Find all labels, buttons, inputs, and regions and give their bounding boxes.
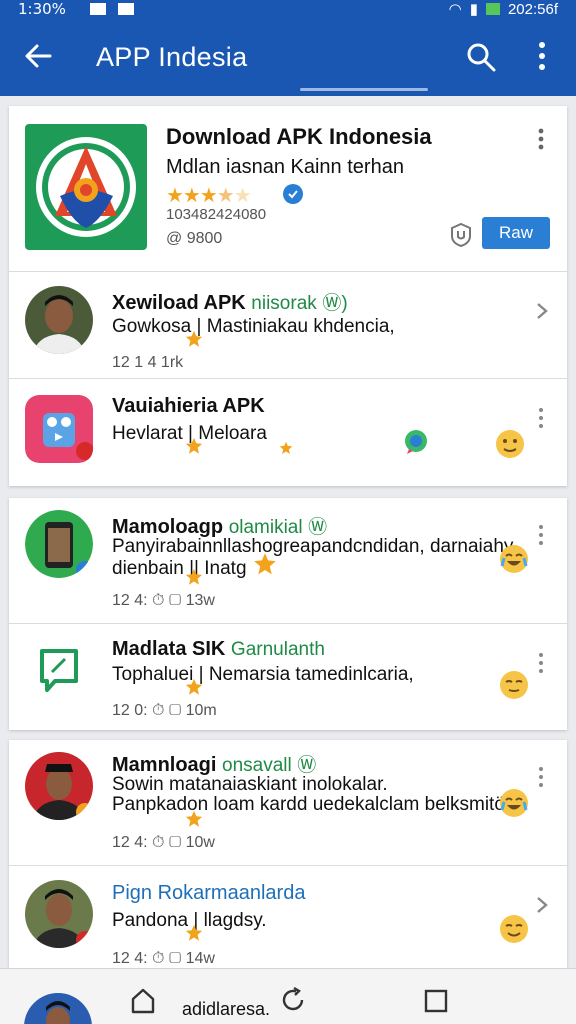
chevron-right-icon[interactable] <box>535 302 549 320</box>
featured-meta2: @ 9800 <box>166 230 223 247</box>
item-name: Mamnloagi onsavall Ⓦ <box>112 750 316 777</box>
whatsapp-icon: Ⓦ <box>297 755 317 776</box>
item-tag: Garnulanth <box>230 639 325 660</box>
rating-stars: ★★★★★ <box>166 185 252 207</box>
chat-edit-icon <box>40 649 78 692</box>
star-icon <box>279 441 293 455</box>
star-icon <box>185 568 203 585</box>
emoji-icon <box>500 789 528 817</box>
signal-icon: ▮ <box>469 1 478 18</box>
item-meta: 12 4: ⏱ ▢ 13w <box>112 592 215 609</box>
home-icon[interactable] <box>130 987 156 1015</box>
status-right-text: 202:56f <box>507 0 558 18</box>
avatar <box>25 752 93 820</box>
battery-icon <box>485 3 500 15</box>
item-desc-2: dienbain || Inatg <box>112 558 247 579</box>
featured-title: Download APK Indonesia <box>166 124 432 149</box>
avatar <box>25 510 93 578</box>
recents-icon[interactable] <box>424 989 448 1013</box>
card-list3: Mamnloagi onsavall Ⓦ Sowin matanaiaskian… <box>9 740 567 980</box>
item-tag: onsavall <box>222 755 292 776</box>
item-meta: 12 4: ⏱ ▢ 14w <box>112 950 215 967</box>
item-meta: 12 1 4 1rk <box>112 354 184 371</box>
item-tag: niisorak <box>251 293 317 314</box>
card-featured-and-list: Download APK Indonesia Mdlan iasnan Kain… <box>9 106 567 486</box>
search-icon[interactable] <box>466 42 496 72</box>
star-icon <box>185 330 203 347</box>
item-name: Mamoloagp olamikial Ⓦ <box>112 512 327 539</box>
avatar <box>25 880 93 948</box>
item-name-text: Xewiload APK <box>112 292 246 314</box>
star-icon <box>185 810 203 827</box>
item-name: Vauiahieria APK <box>112 395 265 417</box>
more-vert-icon[interactable] <box>537 524 545 546</box>
card-list2: Mamoloagp olamikial Ⓦ Panyirabainnllasho… <box>9 498 567 730</box>
verified-badge-icon <box>283 184 303 204</box>
item-tag: olamikial <box>228 517 303 538</box>
app-logo <box>25 124 147 250</box>
more-vert-icon[interactable] <box>530 40 554 72</box>
chat-bubble-icon <box>405 430 427 454</box>
emoji-icon <box>500 545 528 573</box>
item-desc: Panyirabainnllashogreapandcndidan, darna… <box>112 536 514 557</box>
featured-app[interactable]: Download APK Indonesia Mdlan iasnan Kain… <box>9 106 567 270</box>
list-item[interactable]: Pign Rokarmaanlarda Pandona | llagdsy. 1… <box>9 866 567 980</box>
action-button[interactable]: Raw <box>482 217 550 249</box>
bottom-nav: adidlaresa. <box>0 968 576 1024</box>
item-name: Xewiload APK niisorak Ⓦ) <box>112 288 348 315</box>
bottom-nav-label: adidlaresa. <box>182 999 271 1019</box>
star-icon <box>254 553 276 575</box>
list-item[interactable]: Xewiload APK niisorak Ⓦ) Gowkosa | Masti… <box>9 272 567 378</box>
more-vert-icon[interactable] <box>537 128 545 150</box>
item-name: Madlata SIK Garnulanth <box>112 638 325 661</box>
more-vert-icon[interactable] <box>537 766 545 788</box>
back-arrow-icon[interactable] <box>22 40 54 72</box>
chevron-right-icon[interactable] <box>535 896 549 914</box>
emoji-icon <box>500 671 528 699</box>
item-desc: Sowin matanaiaskiant inolokalar. <box>112 774 388 795</box>
star-icon <box>185 678 203 695</box>
status-bar: 1:30% ◠ ▮ 202:56f <box>0 0 576 18</box>
more-vert-icon[interactable] <box>537 407 545 429</box>
item-name: Pign Rokarmaanlarda <box>112 882 306 904</box>
list-item[interactable]: Mamnloagi onsavall Ⓦ Sowin matanaiaskian… <box>9 740 567 864</box>
shield-icon[interactable] <box>450 222 472 248</box>
item-name-text: Mamnloagi <box>112 754 217 776</box>
list-item[interactable]: Madlata SIK Garnulanth Tophaluei | Nemar… <box>9 624 567 730</box>
wifi-icon: ◠ <box>448 1 462 18</box>
emoji-icon <box>500 915 528 943</box>
featured-meta1: 103482424080 <box>166 206 267 223</box>
status-time: 1:30% <box>18 0 66 18</box>
mail-icon <box>117 3 134 15</box>
item-desc: Gowkosa | Mastiniakau khdencia, <box>112 316 395 337</box>
featured-subtitle: Mdlan iasnan Kainn terhan <box>166 156 404 178</box>
profile-avatar[interactable] <box>24 993 92 1024</box>
item-desc-2: Panpkadon loam kardd uedekalclam belksmi… <box>112 794 505 815</box>
app-bar: APP Indesia <box>0 18 576 96</box>
tab-indicator <box>300 88 428 91</box>
avatar <box>25 286 93 354</box>
list-item[interactable]: Mamoloagp olamikial Ⓦ Panyirabainnllasho… <box>9 498 567 622</box>
app-bar-title: APP Indesia <box>96 42 248 72</box>
item-meta: 12 0: ⏱ ▢ 10m <box>112 702 217 719</box>
notification-icon <box>89 3 106 15</box>
list-item[interactable]: Vauiahieria APK Hevlarat | Meloara <box>9 379 567 486</box>
more-vert-icon[interactable] <box>537 652 545 674</box>
item-desc: Tophaluei | Nemarsia tamedinlcaria, <box>112 664 414 685</box>
item-meta: 12 4: ⏱ ▢ 10w <box>112 834 215 851</box>
refresh-icon[interactable] <box>280 987 306 1013</box>
star-icon <box>185 924 203 941</box>
item-name-text: Madlata SIK <box>112 638 226 660</box>
app-icon <box>25 395 93 463</box>
item-name-text: Mamoloagp <box>112 516 224 538</box>
whatsapp-icon: Ⓦ <box>308 517 328 538</box>
whatsapp-icon: Ⓦ) <box>322 293 348 314</box>
star-icon <box>185 437 203 454</box>
emoji-icon <box>496 430 524 458</box>
